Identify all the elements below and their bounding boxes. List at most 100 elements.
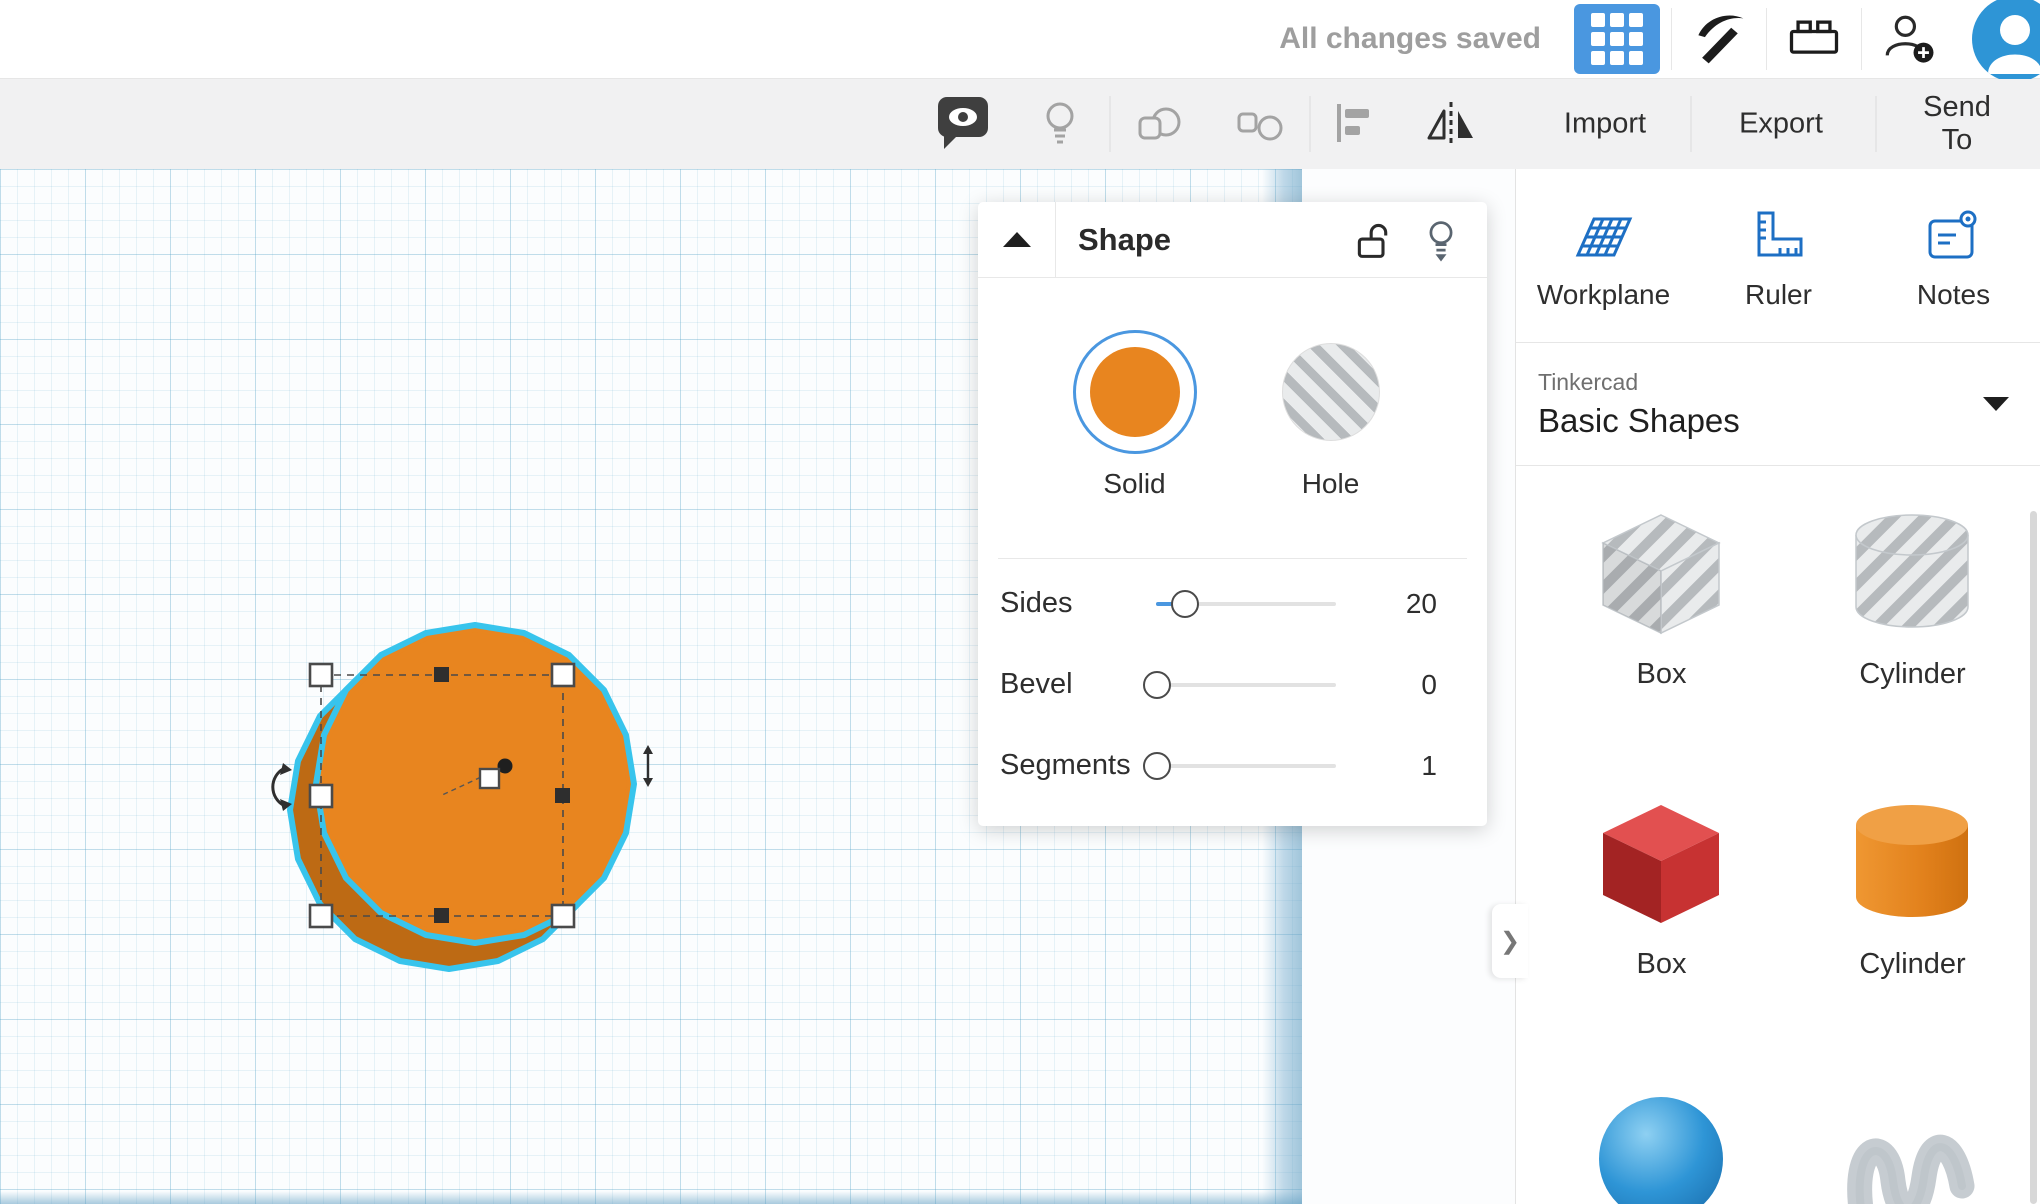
tinkercad-app: All changes saved Import Export Send To … xyxy=(0,0,2040,1204)
segments-slider-row: Segments 1 xyxy=(978,725,1487,806)
topbar: All changes saved xyxy=(0,0,2040,82)
tool-ruler[interactable]: Ruler xyxy=(1691,205,1866,311)
divider xyxy=(1309,96,1311,152)
edge-handle-s[interactable] xyxy=(434,908,449,923)
shapes-sidebar: Workplane Ruler Notes Tinkercad Basic Sh… xyxy=(1515,169,2040,1204)
material-swatches: Solid Hole xyxy=(978,278,1487,558)
invite-button[interactable] xyxy=(1862,0,1956,78)
action-toolbar: Import Export Send To xyxy=(0,79,2040,170)
segments-value: 1 xyxy=(1421,749,1437,781)
selected-shape-cylinder[interactable] xyxy=(290,625,634,969)
view-mode-button[interactable] xyxy=(929,90,997,158)
scale-handle-nw[interactable] xyxy=(308,662,334,688)
segments-label: Segments xyxy=(1000,749,1131,781)
panel-title: Shape xyxy=(1078,221,1172,257)
grid-icon xyxy=(1591,13,1643,65)
segments-slider-knob[interactable] xyxy=(1143,751,1171,780)
avatar[interactable] xyxy=(1972,0,2040,82)
chevron-right-icon: ❯ xyxy=(1499,927,1521,955)
scale-handle-ne[interactable] xyxy=(550,662,576,688)
shape-item-box-red[interactable]: Box xyxy=(1589,791,1734,1081)
workplane-icon xyxy=(1575,217,1632,257)
rotate-handle[interactable] xyxy=(271,763,292,811)
height-dimension-arrows xyxy=(643,745,653,787)
height-handle[interactable] xyxy=(478,767,501,790)
box-hole-icon xyxy=(1601,514,1721,635)
brick-export-button[interactable] xyxy=(1767,0,1861,78)
export-button[interactable]: Export xyxy=(1715,94,1847,155)
lightbulb-icon xyxy=(1046,102,1074,144)
mirror-icon xyxy=(1427,102,1473,146)
shape-item-cylinder-orange[interactable]: Cylinder xyxy=(1840,791,1985,1081)
mirror-button[interactable] xyxy=(1417,90,1485,158)
eye-view-icon xyxy=(938,97,988,149)
shape-item-scribble[interactable] xyxy=(1840,1081,1985,1204)
shape-item-sphere[interactable] xyxy=(1589,1081,1734,1204)
scale-handle-sw[interactable] xyxy=(308,903,334,929)
solid-swatch[interactable]: Solid xyxy=(1069,330,1201,558)
box-red-icon xyxy=(1603,805,1719,923)
tool-label: Workplane xyxy=(1536,279,1671,310)
triangle-up-icon xyxy=(1002,232,1031,247)
ungroup-button[interactable] xyxy=(1225,90,1293,158)
library-brand: Tinkercad xyxy=(1538,368,1639,395)
shape-label: Cylinder xyxy=(1859,948,1966,980)
shape-item-cylinder-hole[interactable]: Cylinder xyxy=(1840,501,1985,791)
shape-label: Cylinder xyxy=(1859,658,1966,690)
lock-button[interactable] xyxy=(1351,218,1395,262)
unlock-icon xyxy=(1357,223,1388,258)
group-button[interactable] xyxy=(1124,90,1192,158)
bevel-value: 0 xyxy=(1421,668,1437,700)
tool-notes[interactable]: Notes xyxy=(1866,205,2040,311)
caret-down-icon xyxy=(1983,397,2009,411)
notes-icon xyxy=(1928,210,1976,259)
person-icon xyxy=(1988,15,2040,74)
edge-handle-e[interactable] xyxy=(555,788,570,803)
sides-slider-track[interactable] xyxy=(1156,589,1336,618)
gallery-scrollbar[interactable] xyxy=(2030,511,2037,1204)
sidebar-tools: Workplane Ruler Notes xyxy=(1516,205,2040,311)
align-button[interactable] xyxy=(1319,90,1387,158)
dashboard-button[interactable] xyxy=(1574,4,1660,74)
collapse-panel-button[interactable] xyxy=(978,202,1056,277)
edge-handle-n[interactable] xyxy=(434,667,449,682)
minecraft-export-button[interactable] xyxy=(1672,0,1766,78)
hole-swatch[interactable]: Hole xyxy=(1265,330,1397,558)
ungroup-icon xyxy=(1237,112,1283,141)
tips-button[interactable] xyxy=(1419,218,1463,262)
scale-handle-w[interactable] xyxy=(308,783,334,809)
sidebar-collapse-tab[interactable]: ❯ xyxy=(1492,904,1528,978)
bevel-slider-row: Bevel 0 xyxy=(978,644,1487,725)
bevel-slider-knob[interactable] xyxy=(1143,670,1171,699)
cylinder-orange-icon xyxy=(1856,805,1968,917)
library-text: Tinkercad Basic Shapes xyxy=(1516,369,1740,440)
sides-label: Sides xyxy=(1000,587,1073,619)
bevel-slider-track[interactable] xyxy=(1143,670,1336,699)
sphere-icon xyxy=(1599,1097,1723,1204)
tool-label: Notes xyxy=(1916,279,1991,310)
shape-label: Box xyxy=(1636,948,1687,980)
bevel-label: Bevel xyxy=(1000,668,1073,700)
hint-button[interactable] xyxy=(1026,90,1094,158)
sides-slider-knob[interactable] xyxy=(1171,589,1199,618)
sides-slider-row: Sides 20 xyxy=(978,563,1487,644)
segments-slider-track[interactable] xyxy=(1143,751,1336,780)
person-add-icon xyxy=(1885,15,1934,63)
tool-workplane[interactable]: Workplane xyxy=(1516,205,1691,311)
shape-label: Box xyxy=(1636,658,1687,690)
bulb-hint-icon xyxy=(1429,220,1453,262)
import-button[interactable]: Import xyxy=(1540,94,1670,155)
scale-handle-se[interactable] xyxy=(550,903,576,929)
shape-gallery: Box Cylinder Box Cylinder xyxy=(1536,501,2038,1204)
divider xyxy=(1109,96,1111,152)
pickaxe-icon xyxy=(1698,15,1744,64)
shape-library-dropdown[interactable]: Tinkercad Basic Shapes xyxy=(1516,342,2040,466)
panel-header: Shape xyxy=(978,202,1487,278)
shape-item-box-hole[interactable]: Box xyxy=(1589,501,1734,791)
cylinder-hole-icon xyxy=(1855,514,1969,628)
brick-icon xyxy=(1789,20,1839,54)
send-to-button[interactable]: Send To xyxy=(1899,77,2015,171)
library-selected: Basic Shapes xyxy=(1538,401,1740,439)
shape-sliders: Sides 20 Bevel 0 Segments 1 xyxy=(978,559,1487,806)
divider xyxy=(1875,96,1877,152)
